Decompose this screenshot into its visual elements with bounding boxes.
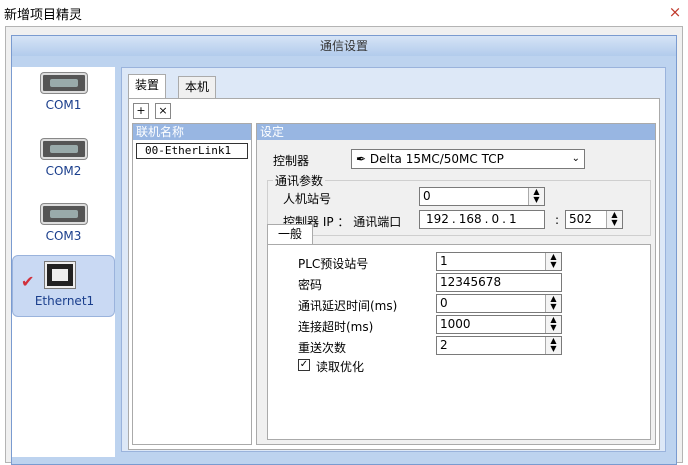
read-opt-label: 读取优化: [316, 360, 365, 374]
delay-input[interactable]: 0 ▲ ▼: [436, 294, 562, 313]
link-panel-header: 联机名称: [133, 124, 251, 140]
link-panel: 联机名称 00-EtherLink1: [132, 123, 252, 445]
ip-octet: 0: [491, 212, 500, 226]
hmi-station-input[interactable]: 0 ▲ ▼: [419, 187, 545, 206]
selected-check-icon: ✔: [21, 272, 35, 291]
ip-octet: 192: [426, 212, 449, 226]
retry-label: 重送次数: [298, 341, 347, 355]
hmi-station-label: 人机站号: [283, 192, 332, 206]
timeout-label: 连接超时(ms): [298, 320, 374, 334]
plc-station-spinner[interactable]: ▲ ▼: [545, 253, 561, 270]
title-bar: 新增项目精灵 ×: [0, 0, 688, 24]
general-settings-box: PLC预设站号 1 ▲ ▼ 密码 12345678 通讯延迟时间(ms) 0 ▲ ▼: [267, 244, 651, 440]
ip-address-input[interactable]: 192. 168. 0. 1: [419, 210, 545, 229]
hmi-station-value: 0: [423, 189, 431, 203]
delete-link-button[interactable]: ×: [155, 103, 171, 119]
timeout-value: 1000: [440, 317, 471, 331]
port-item-ethernet1[interactable]: ✔ Ethernet1: [12, 255, 115, 317]
plug-icon: ✒: [356, 152, 370, 166]
ip-octet: 1: [508, 212, 517, 226]
retry-spinner[interactable]: ▲ ▼: [545, 337, 561, 354]
comm-params-title: 通讯参数: [273, 172, 326, 189]
serial-port-icon: [40, 73, 87, 93]
ip-dot: .: [451, 212, 456, 226]
link-item[interactable]: 00-EtherLink1: [136, 143, 248, 159]
port-value: 502: [569, 212, 592, 226]
plc-station-label: PLC预设站号: [298, 257, 369, 271]
delay-value: 0: [440, 296, 448, 310]
port-item-com2[interactable]: COM2: [12, 133, 115, 193]
port-spinner[interactable]: ▲ ▼: [606, 211, 622, 228]
controller-label: 控制器: [273, 154, 310, 168]
retry-input[interactable]: 2 ▲ ▼: [436, 336, 562, 355]
close-button[interactable]: ×: [666, 3, 684, 21]
controller-value: Delta 15MC/50MC TCP: [369, 152, 504, 166]
tab-local[interactable]: 本机: [178, 76, 217, 98]
device-settings-pane: 装置 本机 + × 联机名称 00-EtherLink1 设定 控制器 ✒ De…: [121, 67, 666, 452]
plc-station-input[interactable]: 1 ▲ ▼: [436, 252, 562, 271]
password-input[interactable]: 12345678: [436, 273, 562, 292]
port-item-com3[interactable]: COM3: [12, 198, 115, 258]
retry-value: 2: [440, 338, 448, 352]
chevron-down-icon: ⌄: [571, 153, 580, 164]
dialog-body: 通信设置 COM1 COM2 COM3 ✔ Ethernet1 装置 本机 + …: [5, 26, 683, 465]
delay-label: 通讯延迟时间(ms): [298, 299, 398, 313]
port-label: COM3: [45, 229, 82, 243]
port-label: COM1: [45, 98, 82, 112]
setting-panel-header: 设定: [257, 124, 655, 140]
controller-select[interactable]: ✒ Delta 15MC/50MC TCP ⌄: [351, 149, 585, 169]
password-label: 密码: [298, 278, 323, 292]
password-value: 12345678: [440, 275, 502, 289]
ip-dot: .: [484, 212, 489, 226]
tab-general[interactable]: 一般: [267, 224, 314, 244]
ip-dot: .: [502, 212, 506, 226]
serial-port-icon: [40, 139, 87, 159]
serial-port-icon: [40, 204, 87, 224]
add-link-button[interactable]: +: [133, 103, 149, 119]
port-item-com1[interactable]: COM1: [12, 67, 115, 127]
timeout-input[interactable]: 1000 ▲ ▼: [436, 315, 562, 334]
plc-station-value: 1: [440, 254, 448, 268]
hmi-station-spinner[interactable]: ▲ ▼: [528, 188, 544, 205]
group-title: 通信设置: [12, 36, 676, 56]
window-title: 新增项目精灵: [4, 8, 83, 23]
delay-spinner[interactable]: ▲ ▼: [545, 295, 561, 312]
port-label: Ethernet1: [34, 294, 95, 308]
tab-device[interactable]: 装置: [128, 74, 167, 98]
ethernet-port-icon: [45, 262, 75, 288]
setting-panel: 设定 控制器 ✒ Delta 15MC/50MC TCP ⌄ 通讯参数 人机站号…: [256, 123, 656, 445]
port-separator: :: [555, 213, 560, 227]
read-opt-checkbox[interactable]: ✓: [298, 359, 310, 371]
tab-body: + × 联机名称 00-EtherLink1 设定 控制器 ✒ Delta 15…: [128, 98, 660, 450]
timeout-spinner[interactable]: ▲ ▼: [545, 316, 561, 333]
port-list: COM1 COM2 COM3 ✔ Ethernet1: [12, 67, 115, 457]
port-label: COM2: [45, 164, 82, 178]
port-input[interactable]: 502 ▲ ▼: [565, 210, 623, 229]
ip-octet: 168: [458, 212, 482, 226]
